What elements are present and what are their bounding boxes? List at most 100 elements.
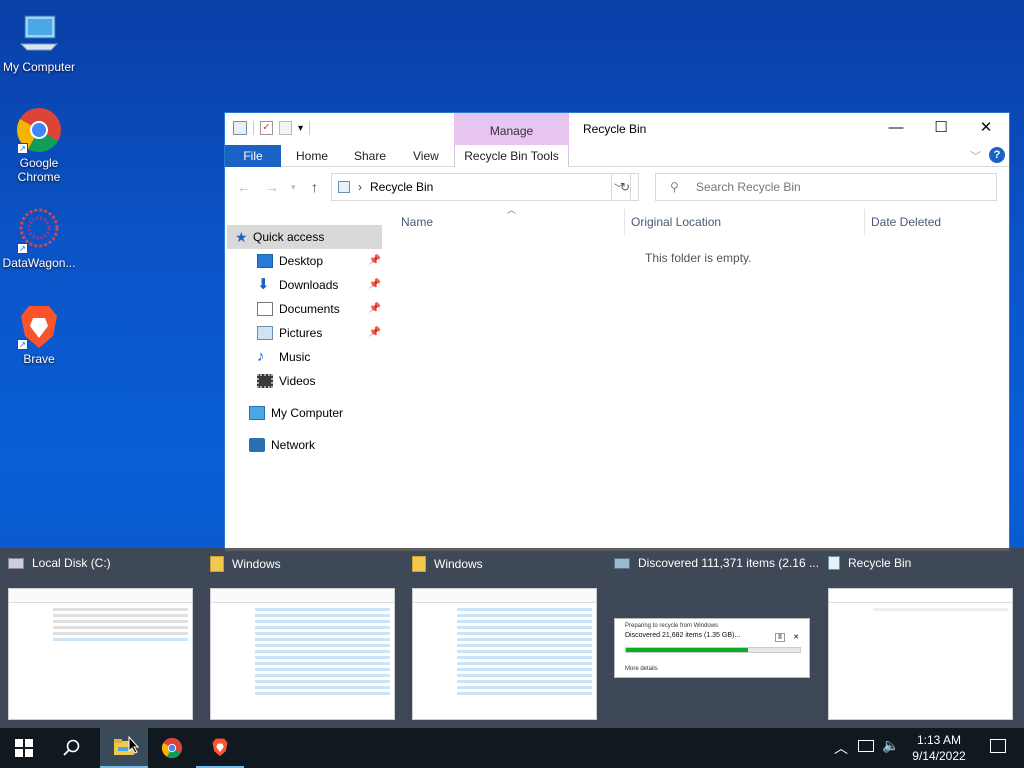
nav-documents[interactable]: Documents 📌	[225, 297, 385, 321]
window-thumbnail	[8, 588, 193, 720]
switcher-item-windows-1[interactable]: Windows	[202, 548, 404, 728]
explorer-window[interactable]: ✓ ▾ Manage Recycle Bin — ☐ ✕ File Home S…	[224, 112, 1010, 552]
sort-up-icon: ︿	[507, 205, 517, 215]
quick-access-toolbar: ✓ ▾	[233, 121, 311, 135]
customize-qat-icon[interactable]: ▾	[298, 123, 303, 134]
notifications-icon[interactable]	[990, 739, 1006, 753]
desktop-icon-brave[interactable]: ↗ Brave	[0, 302, 78, 366]
nav-downloads[interactable]: ⬇ Downloads 📌	[225, 273, 385, 297]
nav-label: Network	[271, 438, 316, 452]
refresh-button[interactable]: ↻	[611, 173, 639, 201]
volume-icon[interactable]: 🔈	[882, 737, 899, 754]
taskbar-brave[interactable]	[196, 728, 244, 768]
nav-label: Music	[279, 350, 311, 364]
search-icon: ⚲	[670, 180, 679, 194]
shortcut-arrow-icon: ↗	[17, 339, 28, 350]
brave-icon: ↗	[15, 302, 63, 350]
switcher-title: Recycle Bin	[848, 556, 912, 570]
column-date-deleted[interactable]: Date Deleted	[871, 215, 941, 229]
datawagon-icon: ↗	[15, 206, 63, 254]
expand-ribbon-icon[interactable]: ﹀	[970, 148, 981, 164]
nav-label: Pictures	[279, 326, 323, 340]
desktop-icon-datawagon[interactable]: ↗ DataWagon...	[0, 206, 78, 270]
taskbar-file-explorer[interactable]	[100, 728, 148, 768]
desktop-icon-my-computer[interactable]: My Computer	[0, 10, 78, 74]
title-bar[interactable]: ✓ ▾ Manage Recycle Bin — ☐ ✕	[225, 113, 1009, 145]
recycle-bin-icon	[828, 556, 840, 570]
switcher-title: Discovered 111,371 items (2.16 ...	[638, 556, 819, 570]
pin-icon[interactable]: 📌	[369, 273, 381, 297]
nav-label: Desktop	[279, 254, 324, 268]
task-switcher: Local Disk (C:) Windows Windows Discover…	[0, 548, 1024, 728]
search-input[interactable]: ⚲ Search Recycle Bin	[655, 173, 997, 201]
recent-dropdown-icon[interactable]: ▾	[291, 182, 296, 193]
progress-dialog-thumbnail: Preparing to recycle from Windows Discov…	[614, 618, 810, 678]
desktop-icon-label: Google Chrome	[17, 156, 61, 184]
search-icon	[63, 739, 80, 756]
clock-date: 9/14/2022	[912, 749, 966, 763]
nav-desktop[interactable]: Desktop 📌	[225, 249, 385, 273]
desktop-icon-label: Brave	[23, 352, 55, 366]
back-arrow-icon[interactable]: ←	[237, 179, 251, 195]
network-icon[interactable]	[858, 740, 874, 752]
tab-home[interactable]: Home	[296, 145, 328, 167]
breadcrumb[interactable]: Recycle Bin	[370, 180, 433, 194]
tab-share[interactable]: Share	[354, 145, 386, 167]
computer-icon	[249, 406, 265, 420]
nav-label: Downloads	[279, 278, 339, 292]
start-button[interactable]	[0, 728, 48, 768]
windows-logo-icon	[15, 739, 33, 757]
chevron-up-icon[interactable]: ︿	[834, 738, 848, 758]
manage-context-tab[interactable]: Manage	[454, 113, 569, 145]
minimize-button[interactable]: —	[873, 113, 919, 143]
system-tray: ︿ 🔈 1:13 AM 9/14/2022	[824, 728, 1024, 768]
desktop-icon-chrome[interactable]: ↗ Google Chrome	[0, 106, 78, 184]
nav-videos[interactable]: Videos	[225, 369, 385, 393]
nav-label: Documents	[279, 302, 340, 316]
tab-view[interactable]: View	[413, 145, 439, 167]
window-thumbnail	[210, 588, 395, 720]
address-bar[interactable]: › Recycle Bin ﹀	[331, 173, 631, 201]
switcher-item-windows-2[interactable]: Windows	[404, 548, 606, 728]
close-button[interactable]: ✕	[963, 113, 1009, 143]
tab-recycle-bin-tools[interactable]: Recycle Bin Tools	[454, 145, 569, 167]
pause-icon: II	[775, 633, 785, 642]
maximize-button[interactable]: ☐	[918, 113, 964, 143]
pin-icon[interactable]: 📌	[369, 249, 381, 273]
network-icon	[249, 438, 265, 452]
switcher-item-recycle-bin[interactable]: Recycle Bin	[820, 548, 1024, 728]
progress-fill	[626, 648, 748, 652]
recycle-bin-icon	[233, 121, 247, 135]
switcher-item-progress-dialog[interactable]: Discovered 111,371 items (2.16 ... Prepa…	[606, 548, 820, 728]
search-button[interactable]	[48, 728, 96, 768]
column-name[interactable]: Name	[401, 215, 433, 229]
nav-my-computer[interactable]: My Computer	[225, 401, 385, 425]
column-original-location[interactable]: Original Location	[631, 215, 721, 229]
column-separator[interactable]	[864, 209, 865, 235]
switcher-title: Local Disk (C:)	[32, 556, 111, 570]
film-icon	[257, 374, 273, 388]
new-folder-icon[interactable]	[279, 121, 292, 135]
taskbar-chrome[interactable]	[148, 728, 196, 768]
nav-label: My Computer	[271, 406, 344, 420]
clock[interactable]: 1:13 AM 9/14/2022	[904, 732, 974, 764]
ribbon-tabs: File Home Share View Recycle Bin Tools ﹀…	[225, 145, 1009, 167]
switcher-title: Windows	[232, 557, 281, 571]
nav-network[interactable]: Network	[225, 433, 385, 457]
forward-arrow-icon[interactable]: →	[265, 179, 279, 195]
column-separator[interactable]	[624, 209, 625, 235]
up-arrow-icon[interactable]: ↑	[311, 179, 318, 195]
tab-file[interactable]: File	[225, 145, 281, 167]
pin-icon[interactable]: 📌	[369, 297, 381, 321]
nav-pictures[interactable]: Pictures 📌	[225, 321, 385, 345]
nav-quick-access[interactable]: ★ Quick access	[227, 225, 382, 249]
pin-icon[interactable]: 📌	[369, 321, 381, 345]
help-icon[interactable]: ?	[989, 147, 1005, 163]
column-headers: Name ︿ Original Location Date Deleted	[401, 205, 1009, 235]
nav-label: Videos	[279, 374, 316, 388]
properties-icon[interactable]: ✓	[260, 121, 273, 135]
switcher-item-local-disk[interactable]: Local Disk (C:)	[0, 548, 202, 728]
download-arrow-icon: ⬇	[257, 276, 270, 293]
shortcut-arrow-icon: ↗	[17, 143, 28, 154]
nav-music[interactable]: ♪ Music	[225, 345, 385, 369]
